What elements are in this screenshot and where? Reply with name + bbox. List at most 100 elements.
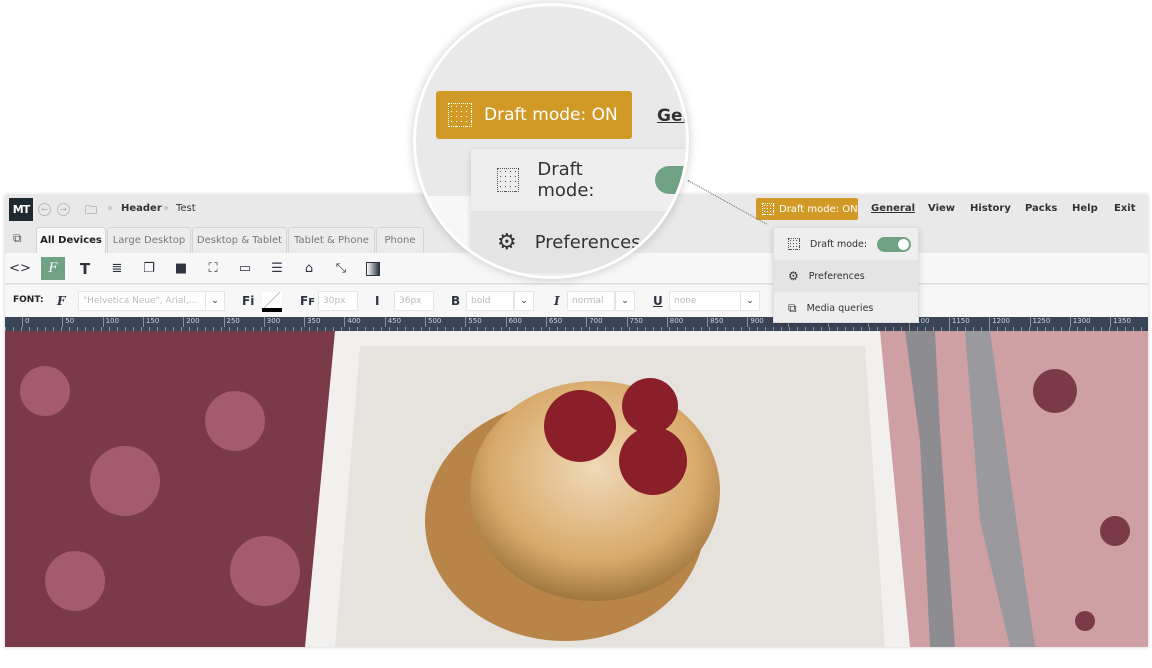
border-icon[interactable]: ▭ xyxy=(233,257,257,280)
bold-icon: B xyxy=(451,294,461,308)
font-color-icon: Fi xyxy=(242,294,255,308)
shadow-icon[interactable]: ❐ xyxy=(137,257,161,280)
underline-icon: U xyxy=(653,294,663,308)
forward-icon[interactable]: → xyxy=(57,203,70,216)
font-style-select[interactable]: normal xyxy=(567,291,615,311)
grid-icon xyxy=(497,168,520,192)
back-icon[interactable]: ← xyxy=(38,203,51,216)
gear-icon: ⚙ xyxy=(497,229,517,255)
horizontal-ruler[interactable]: 0 50 100 150 200 250 300 350 400 450 500 550 600 650 7… xyxy=(5,317,1148,331)
devices-icon[interactable]: ⧉ xyxy=(13,231,22,246)
line-height-icon: I xyxy=(375,294,380,308)
ruler-tick-label: 650 xyxy=(545,317,562,327)
font-size-input[interactable]: 30px xyxy=(318,291,358,311)
font-icon[interactable]: F xyxy=(41,257,65,280)
ruler-tick-label: 300 xyxy=(263,317,280,327)
menu-item-preferences[interactable]: ⚙ Preferences xyxy=(774,260,918,292)
text-decoration-select[interactable]: none xyxy=(669,291,741,311)
line-height-input[interactable]: 36px xyxy=(394,291,434,311)
grid-icon xyxy=(762,203,774,215)
ruler-tick-label: 600 xyxy=(505,317,522,327)
font-color-swatch[interactable] xyxy=(262,292,282,312)
font-weight-dropdown[interactable]: ⌄ xyxy=(514,291,534,311)
ruler-tick-label: 400 xyxy=(344,317,361,327)
grid-icon xyxy=(448,103,472,127)
magnified-dropdown: Draft mode: ⚙ Preferences xyxy=(471,149,686,276)
ruler-tick-label: 0 xyxy=(22,317,29,327)
breadcrumb-separator: » xyxy=(107,203,114,214)
ruler-tick-label: 850 xyxy=(707,317,723,327)
menu-exit[interactable]: Exit xyxy=(1114,203,1136,214)
tab-desktop-tablet[interactable]: Desktop & Tablet xyxy=(192,227,287,253)
ruler-tick-label: 1250 xyxy=(1029,317,1050,327)
magnifier-callout: Draft mode: ON Gen Draft mode: ⚙ Prefere… xyxy=(413,3,689,279)
magnified-draft-button: Draft mode: ON xyxy=(436,91,632,139)
font-row: FONT: F "Helvetica Neue", Arial,... ⌄ Fi… xyxy=(5,285,1148,317)
folder-icon[interactable]: 🗀 xyxy=(85,201,97,222)
ruler-tick-label: 550 xyxy=(465,317,482,327)
font-label: FONT: xyxy=(13,295,44,305)
menu-view[interactable]: View xyxy=(928,203,955,214)
menu-packs[interactable]: Packs xyxy=(1025,203,1057,214)
list-icon[interactable]: ≣ xyxy=(105,257,129,280)
ruler-tick-label: 200 xyxy=(183,317,200,327)
magnified-menu-general: Gen xyxy=(657,106,686,126)
font-family-icon: F xyxy=(57,294,66,308)
canvas-photo-pancakes[interactable] xyxy=(5,331,1148,647)
pancake-image xyxy=(5,331,1148,647)
ruler-tick-label: 700 xyxy=(586,317,603,327)
font-size-icon: FF xyxy=(300,294,316,308)
general-dropdown-menu: Draft mode: ⚙ Preferences ⧉ Media querie… xyxy=(773,227,919,323)
ruler-tick-label: 250 xyxy=(223,317,240,327)
magnified-draft-label: Draft mode: ON xyxy=(484,105,618,125)
ruler-tick-label: 750 xyxy=(626,317,643,327)
draft-mode-button[interactable]: Draft mode: ON xyxy=(756,198,858,220)
font-weight-select[interactable]: bold xyxy=(466,291,514,311)
ruler-tick-label: 1350 xyxy=(1110,317,1131,327)
preferences-label: Preferences xyxy=(808,270,865,282)
ruler-tick-label: 50 xyxy=(62,317,74,327)
shrink-icon[interactable]: ⤡ xyxy=(329,257,353,280)
italic-icon: I xyxy=(554,294,560,308)
tab-large-desktop[interactable]: Large Desktop xyxy=(107,227,191,253)
spacing-icon[interactable]: ☰ xyxy=(265,257,289,280)
breadcrumb-test[interactable]: Test xyxy=(176,203,196,214)
ruler-tick-label: 1150 xyxy=(948,317,970,327)
text-icon[interactable]: T xyxy=(73,257,97,280)
fullscreen-icon[interactable]: ⛶ xyxy=(201,257,225,280)
draft-mode-toggle[interactable] xyxy=(877,236,912,252)
draft-mode-label: Draft mode: ON xyxy=(779,203,858,215)
ruler-tick-label: 1300 xyxy=(1069,317,1091,327)
ruler-tick-label: 350 xyxy=(304,317,320,327)
breadcrumb-header[interactable]: Header xyxy=(121,203,162,214)
inbox-icon[interactable]: ⌂ xyxy=(297,257,321,280)
draft-mode-toggle-item[interactable]: Draft mode: xyxy=(774,228,918,260)
menu-help[interactable]: Help xyxy=(1072,203,1098,214)
gradient-icon[interactable] xyxy=(361,257,385,280)
magnified-draft-mode-label: Draft mode: xyxy=(537,159,595,201)
ruler-tick-label: 450 xyxy=(384,317,401,327)
font-style-dropdown[interactable]: ⌄ xyxy=(615,291,635,311)
devices-icon: ⧉ xyxy=(788,300,797,315)
ruler-tick-label: 100 xyxy=(102,317,119,327)
menu-general[interactable]: General xyxy=(871,203,915,214)
ruler-tick-label: 150 xyxy=(142,317,159,327)
code-icon[interactable]: <> xyxy=(8,257,32,280)
gear-icon: ⚙ xyxy=(788,269,799,283)
tab-tablet-phone[interactable]: Tablet & Phone xyxy=(288,227,375,253)
menu-item-media-queries[interactable]: ⧉ Media queries xyxy=(774,292,918,324)
grid-icon xyxy=(788,238,800,250)
background-icon[interactable]: ■ xyxy=(169,257,193,280)
ruler-tick-label: 500 xyxy=(425,317,441,327)
ruler-tick-label: 800 xyxy=(666,317,683,327)
font-family-input[interactable]: "Helvetica Neue", Arial,... xyxy=(78,291,206,311)
tab-all-devices[interactable]: All Devices xyxy=(36,227,106,253)
ruler-tick-label: 1200 xyxy=(989,317,1010,327)
app-logo: MT xyxy=(9,198,33,221)
text-decoration-dropdown[interactable]: ⌄ xyxy=(740,291,760,311)
magnified-toggle xyxy=(655,166,686,194)
media-queries-label: Media queries xyxy=(806,302,874,314)
draft-mode-label: Draft mode: xyxy=(810,238,868,250)
menu-history[interactable]: History xyxy=(970,203,1011,214)
font-family-dropdown[interactable]: ⌄ xyxy=(205,291,225,311)
